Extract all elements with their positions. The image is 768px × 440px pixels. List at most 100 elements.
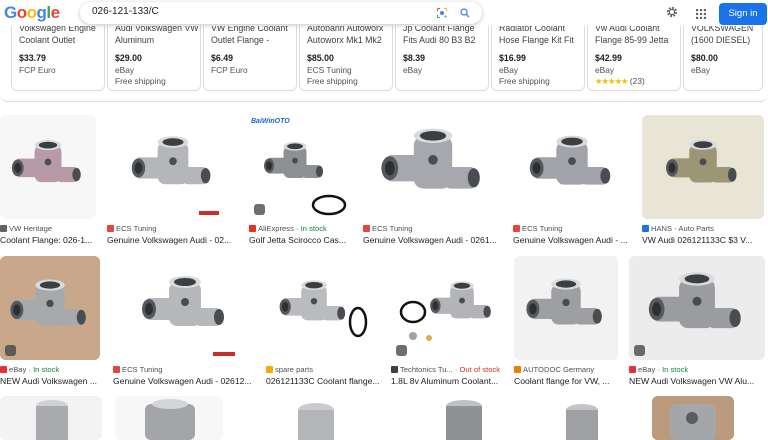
image-result[interactable]: ECS Tuning Genuine Volkswagen Audi - 026… [363, 115, 502, 247]
result-source: eBay · In stock [629, 365, 688, 374]
search-box[interactable]: 026-121-133/C [80, 2, 482, 24]
image-result[interactable]: Techtonics Tu... · Out of stock 1.8L 8v … [391, 256, 503, 386]
result-source: spare parts [266, 365, 313, 374]
google-logo[interactable]: Google [4, 3, 60, 23]
result-title[interactable]: Genuine Volkswagen Audi - 02... [107, 235, 239, 245]
source-name: ECS Tuning [116, 224, 157, 233]
image-result[interactable] [236, 396, 392, 440]
result-source: AliExpress · In stock [249, 224, 327, 233]
result-title[interactable]: Genuine Volkswagen Audi - 02612... [113, 376, 255, 386]
result-source: VW Heritage [0, 224, 52, 233]
shopping-card[interactable]: Audi Volkswagen VW Aluminum $29.00 eBay … [107, 26, 201, 91]
result-source: HANS - Auto Parts [642, 224, 714, 233]
image-result[interactable] [404, 396, 520, 440]
source-name: HANS - Auto Parts [651, 224, 714, 233]
result-title[interactable]: VW Audi 026121133C $3 V... [642, 235, 764, 245]
image-result[interactable]: ECS Tuning Genuine Volkswagen Audi - 026… [113, 256, 255, 386]
result-source: ECS Tuning [113, 365, 163, 374]
image-result[interactable]: HANS - Auto Parts VW Audi 026121133C $3 … [642, 115, 764, 247]
product-badge-icon [5, 345, 16, 356]
product-title: Radiator Coolant Hose Flange Kit Fit [499, 26, 574, 45]
search-input[interactable]: 026-121-133/C [92, 6, 159, 17]
product-price: $85.00 [307, 53, 334, 63]
result-thumbnail[interactable] [0, 115, 96, 219]
product-price: $16.99 [499, 53, 526, 63]
result-thumbnail[interactable] [391, 256, 503, 360]
shopping-card[interactable]: Autobahn Autoworx Autoworx Mk1 Mk2 $85.0… [299, 26, 393, 91]
result-title[interactable]: 1.8L 8v Aluminum Coolant... [391, 376, 503, 386]
result-title[interactable]: NEW Audi Volkswagen VW Alu... [629, 376, 765, 386]
result-title[interactable]: Coolant Flange: 026-1... [0, 235, 96, 245]
product-extra: Free shipping [499, 76, 550, 86]
result-thumbnail[interactable] [629, 256, 765, 360]
image-watermark: BaiWinOTO [251, 118, 290, 125]
image-result[interactable]: eBay · In stock NEW Audi Volkswagen VW A… [629, 256, 765, 386]
product-store: eBay [499, 65, 519, 75]
image-result[interactable]: eBay · In stock NEW Audi Volkswagen ... [0, 256, 100, 386]
google-lens-icon[interactable] [436, 7, 448, 19]
result-thumbnail[interactable] [236, 396, 392, 440]
image-result[interactable]: ECS Tuning Genuine Volkswagen Audi - ... [513, 115, 631, 247]
result-thumbnail[interactable] [115, 396, 223, 440]
site-favicon-icon [113, 366, 120, 373]
image-result[interactable]: AUTODOC Germany Coolant flange for VW, .… [514, 256, 618, 386]
product-store: FCP Euro [19, 65, 56, 75]
product-title: Volkswagen Engine Coolant Outlet [19, 26, 96, 45]
result-thumbnail[interactable] [514, 256, 618, 360]
product-title: Autobahn Autoworx Autoworx Mk1 Mk2 [307, 26, 384, 45]
image-result[interactable] [115, 396, 223, 440]
product-price: $29.00 [115, 53, 142, 63]
shopping-card[interactable]: Volkswagen Engine Coolant Outlet $33.79 … [11, 26, 105, 91]
result-title[interactable]: Genuine Volkswagen Audi - 0261... [363, 235, 502, 245]
source-name: eBay [9, 365, 27, 374]
result-title[interactable]: 026121133C Coolant flange... [266, 376, 380, 386]
product-price: $6.49 [211, 53, 234, 63]
source-name: spare parts [275, 365, 313, 374]
product-store: eBay [595, 65, 615, 75]
result-thumbnail[interactable] [652, 396, 734, 440]
apps-grid-icon[interactable] [696, 9, 706, 19]
source-name: Techtonics Tu... [400, 365, 453, 374]
source-name: AliExpress [258, 224, 294, 233]
result-thumbnail[interactable] [363, 115, 502, 219]
shopping-card[interactable]: VW Engine Coolant Outlet Flange - $6.49 … [203, 26, 297, 91]
result-thumbnail[interactable]: BaiWinOTO [249, 115, 352, 219]
image-result[interactable]: VW Heritage Coolant Flange: 026-1... [0, 115, 96, 247]
sign-in-button[interactable]: Sign in [719, 3, 767, 25]
result-title[interactable]: NEW Audi Volkswagen ... [0, 376, 100, 386]
product-rating: ★★★★★ (23) [595, 76, 645, 86]
result-thumbnail[interactable] [266, 256, 380, 360]
result-thumbnail[interactable] [107, 115, 239, 219]
shopping-card[interactable]: Jp Coolant Flange Fits Audi 80 B3 B2 $8.… [395, 26, 489, 91]
gear-icon[interactable] [665, 5, 679, 19]
product-price: $42.99 [595, 53, 622, 63]
image-result[interactable] [652, 396, 734, 440]
result-thumbnail[interactable] [113, 256, 255, 360]
result-thumbnail[interactable] [513, 115, 631, 219]
result-thumbnail[interactable] [0, 396, 102, 440]
shopping-card[interactable]: Radiator Coolant Hose Flange Kit Fit $16… [491, 26, 585, 91]
image-result[interactable]: spare parts 026121133C Coolant flange... [266, 256, 380, 386]
site-favicon-icon [513, 225, 520, 232]
search-icon[interactable] [459, 7, 471, 19]
result-source: Techtonics Tu... · Out of stock [391, 365, 500, 374]
result-title[interactable]: Genuine Volkswagen Audi - ... [513, 235, 631, 245]
result-thumbnail[interactable] [532, 396, 640, 440]
result-title[interactable]: Golf Jetta Scirocco Cas... [249, 235, 352, 245]
result-thumbnail[interactable] [404, 396, 520, 440]
image-result[interactable] [0, 396, 102, 440]
shopping-card[interactable]: VOLKSWAGEN (1600 DIESEL) $80.00 eBay [683, 26, 763, 91]
shopping-card[interactable]: Vw Audi Coolant Flange 85-99 Jetta $42.9… [587, 26, 681, 91]
rating-stars: ★★★★★ [595, 76, 629, 86]
image-result[interactable]: ECS Tuning Genuine Volkswagen Audi - 02.… [107, 115, 239, 247]
image-result[interactable]: BaiWinOTO AliExpress · In stock Golf Jet… [249, 115, 352, 247]
site-favicon-icon [391, 366, 398, 373]
result-source: AUTODOC Germany [514, 365, 594, 374]
result-thumbnail[interactable] [0, 256, 100, 360]
product-store: eBay [115, 65, 135, 75]
source-name: ECS Tuning [522, 224, 563, 233]
result-title[interactable]: Coolant flange for VW, ... [514, 376, 618, 386]
product-store: ECS Tuning [307, 65, 352, 75]
image-result[interactable] [532, 396, 640, 440]
result-thumbnail[interactable] [642, 115, 764, 219]
